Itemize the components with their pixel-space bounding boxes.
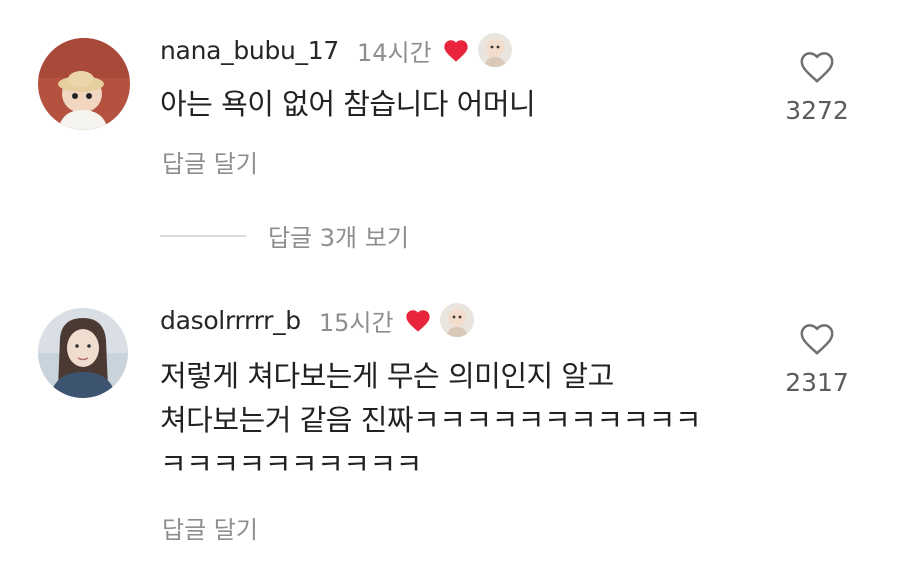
- comment-text-line: ㅋㅋㅋㅋㅋㅋㅋㅋㅋㅋ: [160, 447, 422, 481]
- view-replies-button[interactable]: 답글 3개 보기: [160, 218, 409, 253]
- comment-text: 아는 욕이 없어 참습니다 어머니: [160, 82, 536, 126]
- comment-username[interactable]: nana_bubu_17: [160, 36, 339, 65]
- like-count: 3272: [785, 96, 849, 125]
- heart-filled-icon: [442, 37, 470, 63]
- heart-outline-icon[interactable]: [772, 320, 862, 360]
- divider-line: [160, 234, 246, 237]
- creator-avatar: [477, 33, 512, 67]
- comment-timestamp: 14시간: [356, 38, 432, 67]
- creator-avatar: [439, 303, 474, 337]
- reply-button[interactable]: 답글 달기: [162, 144, 258, 179]
- reply-button[interactable]: 답글 달기: [162, 510, 258, 545]
- like-control: 3272: [772, 48, 862, 125]
- comment-meta: dasolrrrrr_b 15시간: [160, 300, 474, 340]
- comment-text: 저렇게 쳐다보는게 무슨 의미인지 알고 쳐다보는거 같음 진짜ㅋㅋㅋㅋㅋㅋㅋㅋ…: [160, 354, 702, 486]
- comment-username[interactable]: dasolrrrrr_b: [160, 306, 301, 335]
- comment-meta: nana_bubu_17 14시간: [160, 30, 512, 70]
- like-control: 2317: [772, 320, 862, 397]
- heart-outline-icon[interactable]: [772, 48, 862, 88]
- heart-filled-icon: [404, 307, 432, 333]
- view-replies-label: 답글 3개 보기: [268, 224, 409, 252]
- comment-text-line: 아는 욕이 없어 참습니다 어머니: [160, 87, 536, 121]
- comment-timestamp: 15시간: [318, 308, 394, 337]
- commenter-avatar[interactable]: [38, 38, 130, 130]
- comment-text-line: 쳐다보는거 같음 진짜ㅋㅋㅋㅋㅋㅋㅋㅋㅋㅋㅋ: [160, 403, 702, 437]
- commenter-avatar[interactable]: [38, 308, 128, 398]
- like-count: 2317: [785, 368, 849, 397]
- comment-text-line: 저렇게 쳐다보는게 무슨 의미인지 알고: [160, 359, 614, 393]
